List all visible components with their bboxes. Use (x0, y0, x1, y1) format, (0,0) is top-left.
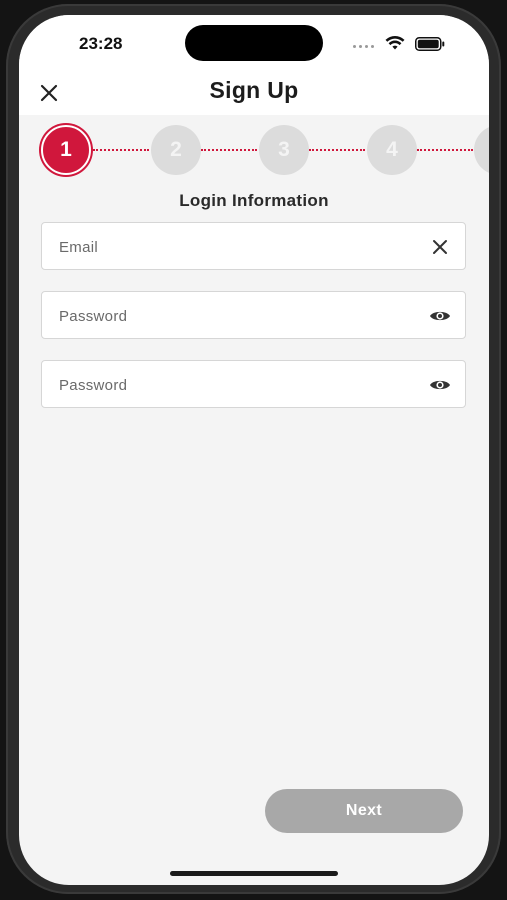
step-4: 4 (367, 125, 417, 175)
battery-icon (415, 37, 445, 51)
email-field (41, 222, 466, 271)
step-3: 3 (259, 125, 309, 175)
step-connector (417, 149, 473, 151)
home-indicator[interactable] (170, 871, 338, 876)
cellular-signal-icon (353, 45, 374, 48)
step-connector (93, 149, 149, 151)
toggle-password-visibility-button[interactable] (429, 305, 451, 327)
dynamic-island (185, 25, 323, 61)
password-field (41, 291, 466, 340)
status-time: 23:28 (79, 34, 123, 53)
section-title: Login Information (179, 191, 329, 210)
header-area: 23:28 Sign Up (19, 15, 489, 115)
step-5 (474, 125, 489, 175)
step-1: 1 (41, 125, 91, 175)
step-connector (201, 149, 257, 151)
confirm-password-field (41, 360, 466, 409)
page-title: Sign Up (209, 77, 299, 103)
step-2: 2 (151, 125, 201, 175)
clear-icon (433, 240, 447, 254)
email-input[interactable] (57, 223, 421, 271)
confirm-password-input[interactable] (57, 361, 421, 409)
eye-icon (430, 380, 450, 390)
password-input[interactable] (57, 292, 421, 340)
step-connector (309, 149, 365, 151)
next-button[interactable]: Next (265, 789, 463, 833)
clear-email-button[interactable] (429, 236, 451, 258)
eye-icon (430, 311, 450, 321)
toggle-confirm-password-visibility-button[interactable] (429, 374, 451, 396)
app-screen: 23:28 Sign Up 1 2 3 4 Login Information … (19, 15, 489, 885)
wifi-icon (385, 35, 405, 50)
progress-stepper: 1 2 3 4 (19, 121, 489, 175)
device-frame: 23:28 Sign Up 1 2 3 4 Login Information … (0, 0, 507, 900)
